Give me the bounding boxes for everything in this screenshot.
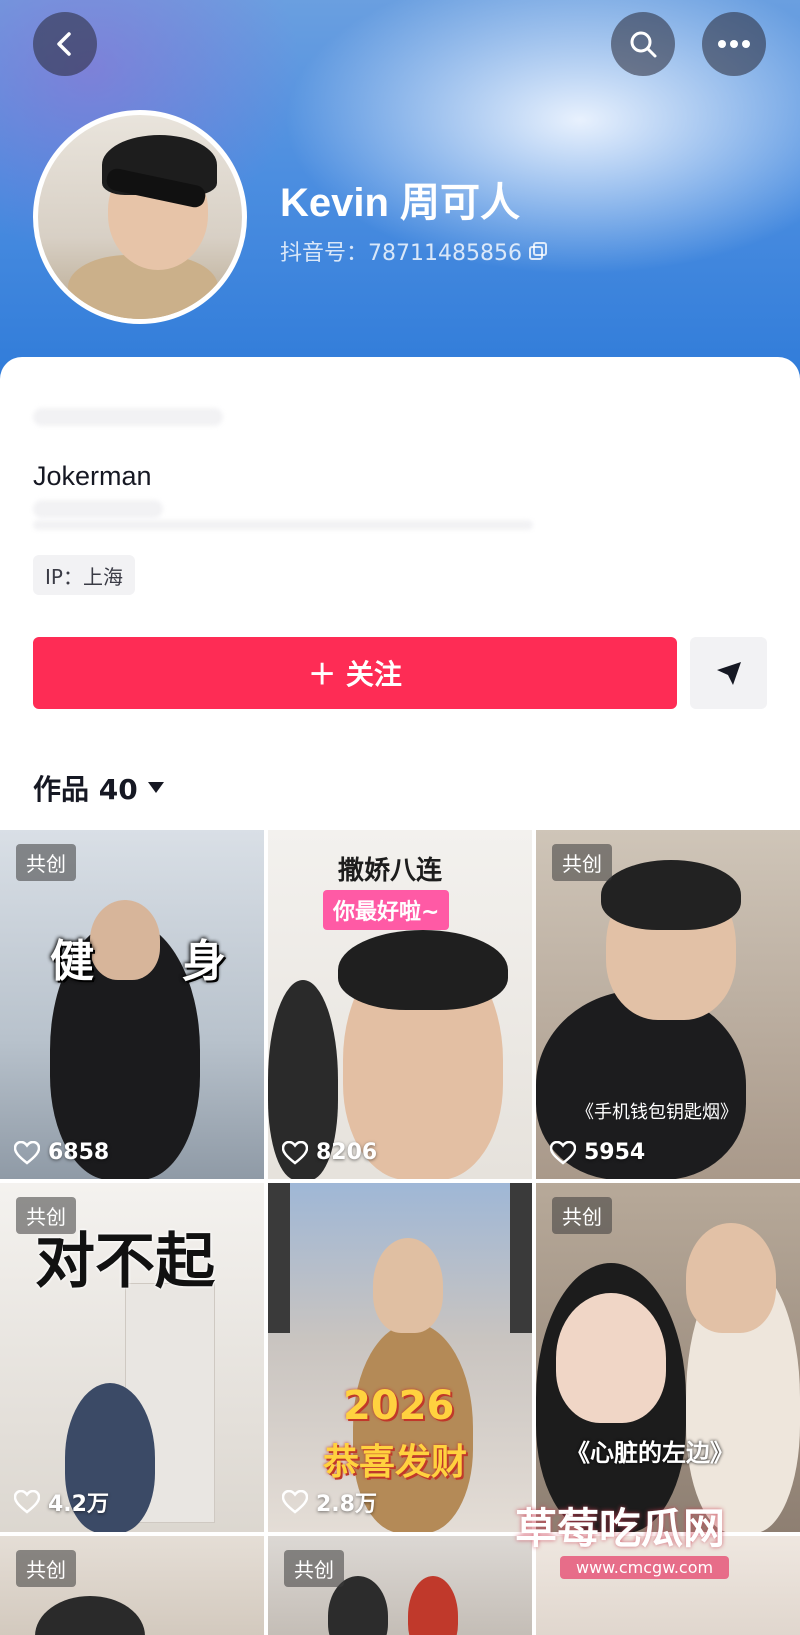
tile-overlay-year: 2026 bbox=[343, 1383, 455, 1429]
tile-overlay-title: 撒娇八连 bbox=[338, 856, 443, 886]
ip-tag: IP：上海 bbox=[33, 555, 135, 595]
likes-value: 8206 bbox=[316, 1140, 378, 1165]
likes-value: 6858 bbox=[48, 1140, 110, 1165]
person-face-shape bbox=[556, 1293, 666, 1423]
co-create-tag: 共创 bbox=[552, 1197, 612, 1234]
uid-row: 抖音号：78711485856 bbox=[280, 235, 548, 267]
video-tile[interactable]: 共创 《心脏的左边》 bbox=[536, 1183, 800, 1532]
likes-count: 5954 bbox=[550, 1140, 645, 1165]
tile-overlay-text: 健 身 bbox=[50, 936, 226, 987]
likes-value: 2.8万 bbox=[316, 1492, 377, 1517]
bio-text: Jokerman bbox=[33, 461, 152, 491]
send-icon bbox=[716, 662, 741, 685]
video-tile[interactable]: 撒娇八连 你最好啦~ 8206 bbox=[268, 830, 532, 1179]
copy-icon[interactable] bbox=[528, 241, 548, 261]
video-tile[interactable]: 共创 bbox=[0, 1536, 264, 1635]
back-button[interactable] bbox=[33, 12, 97, 76]
person-hair-shape bbox=[601, 860, 741, 930]
more-button[interactable] bbox=[702, 12, 766, 76]
blurred-bio-line-2 bbox=[33, 520, 533, 530]
search-button[interactable] bbox=[611, 12, 675, 76]
works-tab[interactable]: 作品 40 bbox=[33, 768, 164, 808]
share-button[interactable] bbox=[690, 637, 767, 709]
back-arrow-icon bbox=[57, 32, 71, 56]
likes-count: 4.2万 bbox=[14, 1486, 109, 1518]
search-icon bbox=[630, 31, 657, 58]
video-tile[interactable]: 共创 bbox=[268, 1536, 532, 1635]
watermark-text: 草莓吃瓜网 bbox=[515, 1504, 726, 1553]
heart-icon bbox=[550, 1140, 576, 1165]
blurred-bio-line bbox=[33, 500, 163, 518]
uid-text: 抖音号：78711485856 bbox=[280, 241, 522, 266]
likes-value: 4.2万 bbox=[48, 1492, 109, 1517]
more-dots-icon bbox=[718, 40, 750, 48]
likes-count: 8206 bbox=[282, 1140, 377, 1165]
tile-overlay-text: 《心脏的左边》 bbox=[566, 1439, 734, 1467]
co-create-tag: 共创 bbox=[16, 844, 76, 881]
profile-name: Kevin 周可人 bbox=[280, 181, 521, 225]
video-tile[interactable]: 共创 对不起 4.2万 bbox=[0, 1183, 264, 1532]
blurred-stats bbox=[33, 408, 223, 426]
watermark-url: www.cmcgw.com bbox=[560, 1556, 730, 1579]
heart-icon bbox=[14, 1140, 40, 1165]
person-shape-2 bbox=[408, 1576, 458, 1635]
person-head-shape bbox=[686, 1223, 776, 1333]
tile-overlay-subtitle: 你最好啦~ bbox=[323, 890, 450, 930]
video-tile[interactable]: 2026 恭喜发财 2.8万 bbox=[268, 1183, 532, 1532]
heart-icon bbox=[282, 1490, 308, 1514]
tile-overlay-greeting: 恭喜发财 bbox=[323, 1442, 468, 1483]
dropdown-triangle-icon bbox=[147, 782, 164, 793]
heart-icon bbox=[282, 1140, 308, 1165]
co-create-tag: 共创 bbox=[284, 1550, 344, 1587]
follow-button[interactable]: ＋ 关注 bbox=[33, 637, 677, 709]
tile-overlay-text: 对不起 bbox=[35, 1227, 215, 1297]
likes-count: 2.8万 bbox=[282, 1486, 377, 1518]
works-label: 作品 40 bbox=[33, 773, 138, 806]
avatar[interactable] bbox=[33, 110, 247, 324]
video-tile[interactable]: 共创 《手机钱包钥匙烟》 5954 bbox=[536, 830, 800, 1179]
tile-overlay-text: 《手机钱包钥匙烟》 bbox=[576, 1102, 738, 1123]
co-create-tag: 共创 bbox=[16, 1550, 76, 1587]
person-head-shape bbox=[373, 1238, 443, 1333]
person-hair-shape bbox=[338, 930, 508, 1010]
likes-value: 5954 bbox=[584, 1140, 646, 1165]
co-create-tag: 共创 bbox=[552, 844, 612, 881]
follow-label: ＋ 关注 bbox=[308, 658, 402, 691]
video-tile[interactable]: 共创 健 身 6858 bbox=[0, 830, 264, 1179]
heart-icon bbox=[14, 1490, 40, 1514]
likes-count: 6858 bbox=[14, 1140, 109, 1165]
person-hair-shape bbox=[35, 1596, 145, 1635]
